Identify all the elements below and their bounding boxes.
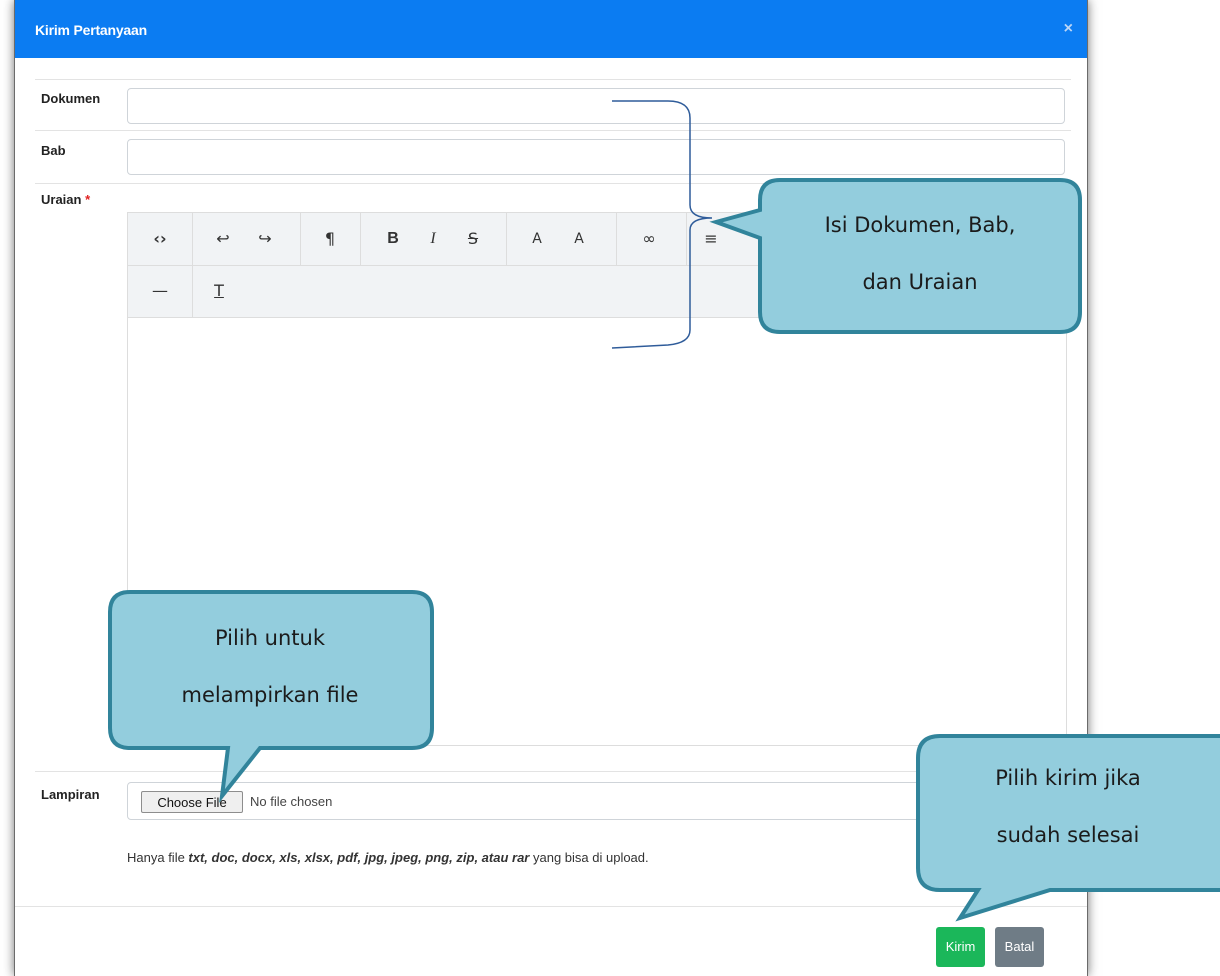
callout-pilih-file-line-1: Pilih untuk xyxy=(215,626,326,650)
callout-pilih-kirim-line-1: Pilih kirim jika xyxy=(995,766,1141,790)
callout-isi-line-1: Isi Dokumen, Bab, xyxy=(825,213,1016,237)
bracket-line xyxy=(611,100,713,349)
callout-pilih-file-line-2: melampirkan file xyxy=(182,683,359,707)
annotation-overlay: Isi Dokumen, Bab, dan Uraian Pilih untuk… xyxy=(108,100,1220,922)
callout-isi xyxy=(709,178,1082,334)
callout-isi-line-2: dan Uraian xyxy=(862,270,977,294)
callout-pilih-kirim-line-2: sudah selesai xyxy=(997,823,1140,847)
